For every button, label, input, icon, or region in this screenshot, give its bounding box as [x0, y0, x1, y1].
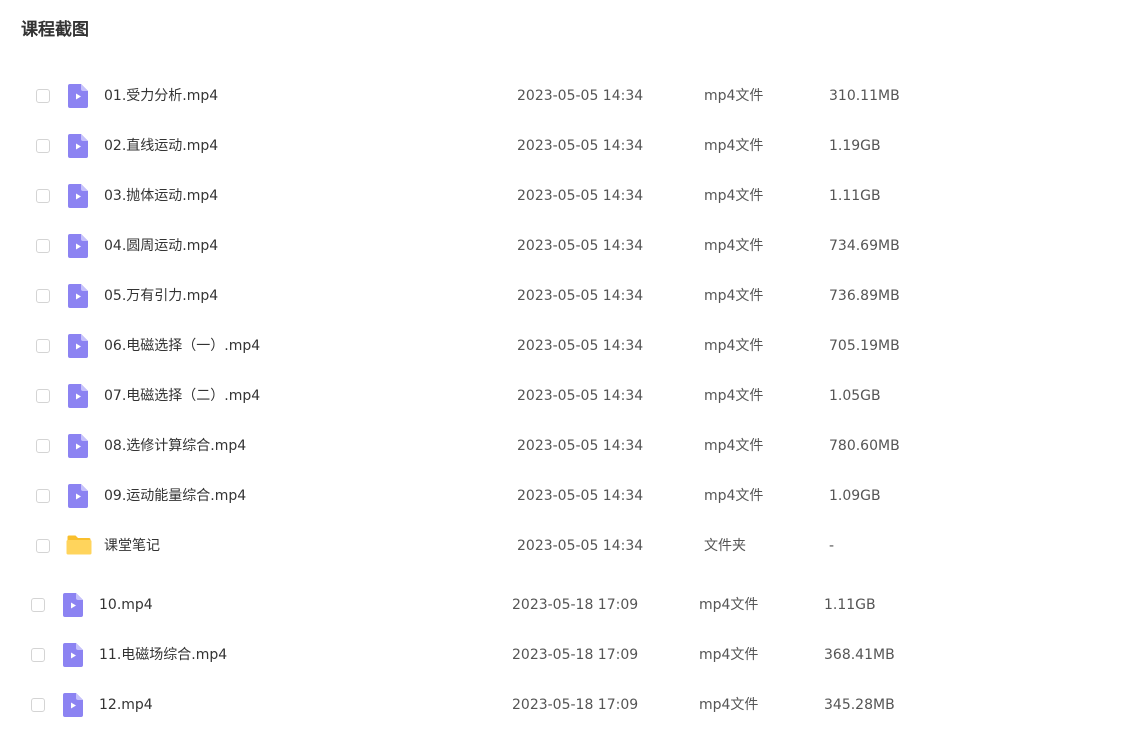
file-row[interactable]: 06.电磁选择（一）.mp4 2023-05-05 14:34 mp4文件 70… [0, 322, 1139, 372]
file-size: 1.11GB [829, 188, 881, 204]
file-size: - [829, 538, 835, 554]
row-checkbox[interactable] [36, 439, 50, 453]
video-file-icon [68, 384, 88, 408]
file-row[interactable]: 12.mp4 2023-05-18 17:09 mp4文件 345.28MB [0, 681, 1139, 731]
file-name[interactable]: 06.电磁选择（一）.mp4 [104, 336, 260, 356]
folder-row[interactable]: 课堂笔记 2023-05-05 14:34 文件夹 - [0, 522, 1139, 572]
video-file-icon [68, 484, 88, 508]
file-type: mp4文件 [704, 488, 764, 504]
file-row[interactable]: 07.电磁选择（二）.mp4 2023-05-05 14:34 mp4文件 1.… [0, 372, 1139, 422]
file-date: 2023-05-05 14:34 [517, 488, 644, 504]
video-file-icon [63, 593, 83, 617]
file-size: 1.09GB [829, 488, 881, 504]
file-size: 780.60MB [829, 438, 900, 454]
file-name[interactable]: 04.圆周运动.mp4 [104, 236, 218, 256]
video-file-icon [68, 234, 88, 258]
folder-icon [66, 535, 92, 555]
file-size: 1.11GB [824, 597, 876, 613]
file-size: 736.89MB [829, 288, 900, 304]
file-date: 2023-05-05 14:34 [517, 238, 644, 254]
file-type: mp4文件 [704, 338, 764, 354]
file-row[interactable]: 04.圆周运动.mp4 2023-05-05 14:34 mp4文件 734.6… [0, 222, 1139, 272]
file-type: mp4文件 [704, 138, 764, 154]
file-date: 2023-05-18 17:09 [512, 597, 639, 613]
file-date: 2023-05-05 14:34 [517, 438, 644, 454]
file-name[interactable]: 03.抛体运动.mp4 [104, 186, 218, 206]
file-row[interactable]: 02.直线运动.mp4 2023-05-05 14:34 mp4文件 1.19G… [0, 122, 1139, 172]
video-file-icon [68, 334, 88, 358]
row-checkbox[interactable] [36, 239, 50, 253]
file-row[interactable]: 01.受力分析.mp4 2023-05-05 14:34 mp4文件 310.1… [0, 72, 1139, 122]
file-type: mp4文件 [699, 647, 759, 663]
file-type: mp4文件 [704, 288, 764, 304]
file-name[interactable]: 07.电磁选择（二）.mp4 [104, 386, 260, 406]
row-checkbox[interactable] [31, 698, 45, 712]
file-date: 2023-05-05 14:34 [517, 138, 644, 154]
file-size: 310.11MB [829, 88, 900, 104]
row-checkbox[interactable] [36, 289, 50, 303]
file-date: 2023-05-05 14:34 [517, 188, 644, 204]
row-checkbox[interactable] [36, 139, 50, 153]
file-row[interactable]: 10.mp4 2023-05-18 17:09 mp4文件 1.11GB [0, 581, 1139, 631]
file-size: 734.69MB [829, 238, 900, 254]
file-name[interactable]: 10.mp4 [99, 595, 153, 615]
video-file-icon [68, 284, 88, 308]
file-type: mp4文件 [704, 388, 764, 404]
file-size: 368.41MB [824, 647, 895, 663]
row-checkbox[interactable] [36, 539, 50, 553]
row-checkbox[interactable] [36, 89, 50, 103]
file-size: 1.05GB [829, 388, 881, 404]
file-name[interactable]: 01.受力分析.mp4 [104, 86, 218, 106]
row-checkbox[interactable] [36, 339, 50, 353]
row-checkbox[interactable] [31, 598, 45, 612]
folder-name[interactable]: 课堂笔记 [104, 536, 160, 556]
file-name[interactable]: 12.mp4 [99, 695, 153, 715]
video-file-icon [63, 693, 83, 717]
file-type: mp4文件 [704, 188, 764, 204]
file-type: mp4文件 [704, 238, 764, 254]
video-file-icon [63, 643, 83, 667]
file-type: 文件夹 [704, 538, 746, 554]
file-size: 345.28MB [824, 697, 895, 713]
row-checkbox[interactable] [31, 648, 45, 662]
row-checkbox[interactable] [36, 489, 50, 503]
file-row[interactable]: 11.电磁场综合.mp4 2023-05-18 17:09 mp4文件 368.… [0, 631, 1139, 681]
file-row[interactable]: 09.运动能量综合.mp4 2023-05-05 14:34 mp4文件 1.0… [0, 472, 1139, 522]
file-date: 2023-05-05 14:34 [517, 388, 644, 404]
file-date: 2023-05-05 14:34 [517, 88, 644, 104]
file-name[interactable]: 05.万有引力.mp4 [104, 286, 218, 306]
file-type: mp4文件 [699, 597, 759, 613]
file-name[interactable]: 02.直线运动.mp4 [104, 136, 218, 156]
file-date: 2023-05-05 14:34 [517, 538, 644, 554]
row-checkbox[interactable] [36, 389, 50, 403]
file-row[interactable]: 03.抛体运动.mp4 2023-05-05 14:34 mp4文件 1.11G… [0, 172, 1139, 222]
file-date: 2023-05-18 17:09 [512, 697, 639, 713]
file-type: mp4文件 [699, 697, 759, 713]
video-file-icon [68, 84, 88, 108]
file-size: 705.19MB [829, 338, 900, 354]
file-name[interactable]: 08.选修计算综合.mp4 [104, 436, 246, 456]
file-date: 2023-05-05 14:34 [517, 288, 644, 304]
file-row[interactable]: 05.万有引力.mp4 2023-05-05 14:34 mp4文件 736.8… [0, 272, 1139, 322]
file-list: 01.受力分析.mp4 2023-05-05 14:34 mp4文件 310.1… [0, 0, 1139, 731]
row-checkbox[interactable] [36, 189, 50, 203]
file-type: mp4文件 [704, 438, 764, 454]
file-type: mp4文件 [704, 88, 764, 104]
video-file-icon [68, 184, 88, 208]
video-file-icon [68, 434, 88, 458]
file-row[interactable]: 08.选修计算综合.mp4 2023-05-05 14:34 mp4文件 780… [0, 422, 1139, 472]
video-file-icon [68, 134, 88, 158]
file-date: 2023-05-18 17:09 [512, 647, 639, 663]
file-date: 2023-05-05 14:34 [517, 338, 644, 354]
file-name[interactable]: 11.电磁场综合.mp4 [99, 645, 227, 665]
file-name[interactable]: 09.运动能量综合.mp4 [104, 486, 246, 506]
file-size: 1.19GB [829, 138, 881, 154]
